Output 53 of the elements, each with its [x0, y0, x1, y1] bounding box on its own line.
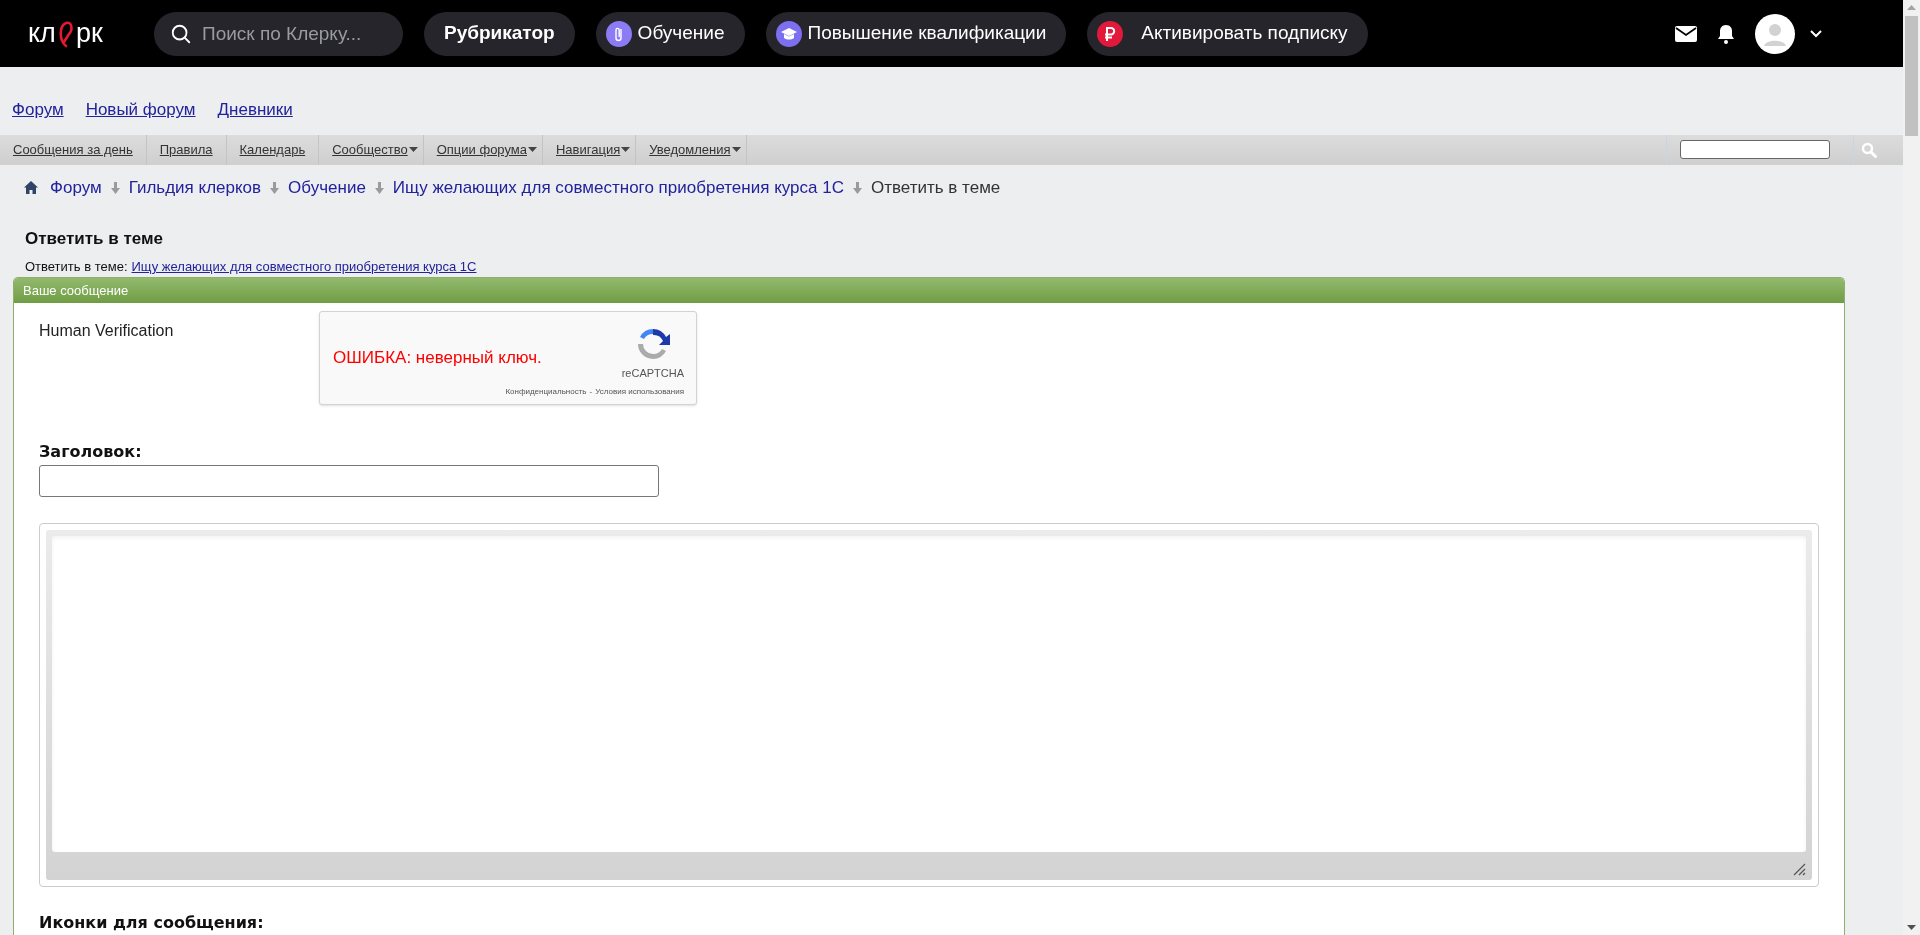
resize-grip-icon[interactable]: [1792, 862, 1806, 876]
chevron-down-icon[interactable]: [1809, 29, 1823, 39]
nav-menu-item[interactable]: Календарь: [226, 134, 320, 165]
breadcrumb-link[interactable]: Ищу желающих для совместного приобретения курса 1С: [392, 175, 844, 201]
search-icon: [170, 22, 192, 45]
breadcrumb-arrow-icon: [852, 181, 862, 194]
captcha-brand: reCAPTCHA: [621, 365, 684, 381]
site-logo[interactable]: кл рк: [28, 19, 124, 48]
breadcrumb-arrow-icon: [374, 181, 384, 194]
home-icon[interactable]: [24, 181, 38, 195]
header-button[interactable]: Рубрикатор: [424, 11, 575, 56]
thread-link[interactable]: Ищу желающих для совместного приобретения курса 1С: [131, 256, 477, 276]
breadcrumb-link[interactable]: Обучение: [288, 175, 366, 201]
section-label: Иконки для сообщения:: [38, 912, 265, 934]
scroll-down-icon[interactable]: [1907, 925, 1916, 930]
nav-menu-item[interactable]: Уведомления: [636, 134, 747, 165]
field-label: Human Verification: [39, 321, 175, 341]
scrollbar-thumb[interactable]: [1905, 16, 1918, 136]
panel-header: Ваше сообщение: [14, 278, 1844, 303]
avatar-icon[interactable]: [1755, 13, 1795, 54]
breadcrumb-link[interactable]: Форум: [50, 175, 102, 201]
title-field[interactable]: [39, 465, 659, 497]
breadcrumb-link[interactable]: Гильдия клерков: [128, 175, 262, 201]
nav-menu-item[interactable]: Навигация: [542, 134, 637, 165]
breadcrumb-arrow-icon: [110, 181, 120, 194]
page-title: Ответить в теме: [24, 228, 165, 250]
captcha-error: ОШИБКА: неверный ключ.: [333, 347, 542, 370]
privacy-link[interactable]: Конфиденциальность: [505, 386, 587, 398]
scrollbar[interactable]: [1903, 0, 1920, 935]
nav-menu-item[interactable]: Правила: [146, 134, 227, 165]
forum-link[interactable]: Дневники: [217, 97, 293, 135]
forum-link[interactable]: Форум: [12, 97, 64, 135]
nav-menu-item[interactable]: Сообщество: [319, 134, 424, 165]
link-separator: -: [589, 386, 593, 398]
reply-label: Ответить в теме:: [25, 257, 128, 276]
ruble-icon: [1097, 20, 1124, 47]
mail-icon[interactable]: [1675, 25, 1697, 42]
breadcrumb-current: Ответить в теме: [870, 177, 1001, 200]
terms-link[interactable]: Условия использования: [595, 386, 684, 398]
captcha-widget[interactable]: ОШИБКА: неверный ключ. reCAPTCHA Конфиденциальность - Условия использования: [319, 311, 697, 405]
search-field[interactable]: Поиск по Клерку...: [154, 11, 403, 56]
bell-icon[interactable]: [1717, 23, 1735, 44]
header-button[interactable]: Активировать подписку: [1087, 11, 1368, 56]
graduation-cap-icon: [775, 20, 802, 47]
forum-search-field[interactable]: [1680, 140, 1830, 160]
nav-menu-item[interactable]: Опции форума: [423, 134, 543, 165]
header-button[interactable]: Повышение квалификации: [765, 11, 1067, 56]
paperclip-icon: [605, 20, 632, 47]
nav-menu-item[interactable]: Сообщения за день: [0, 134, 147, 165]
breadcrumb-arrow-icon: [270, 181, 280, 194]
forum-link[interactable]: Новый форум: [85, 97, 196, 135]
title-field-label: Заголовок:: [38, 441, 143, 463]
header-button[interactable]: Обучение: [595, 11, 745, 56]
